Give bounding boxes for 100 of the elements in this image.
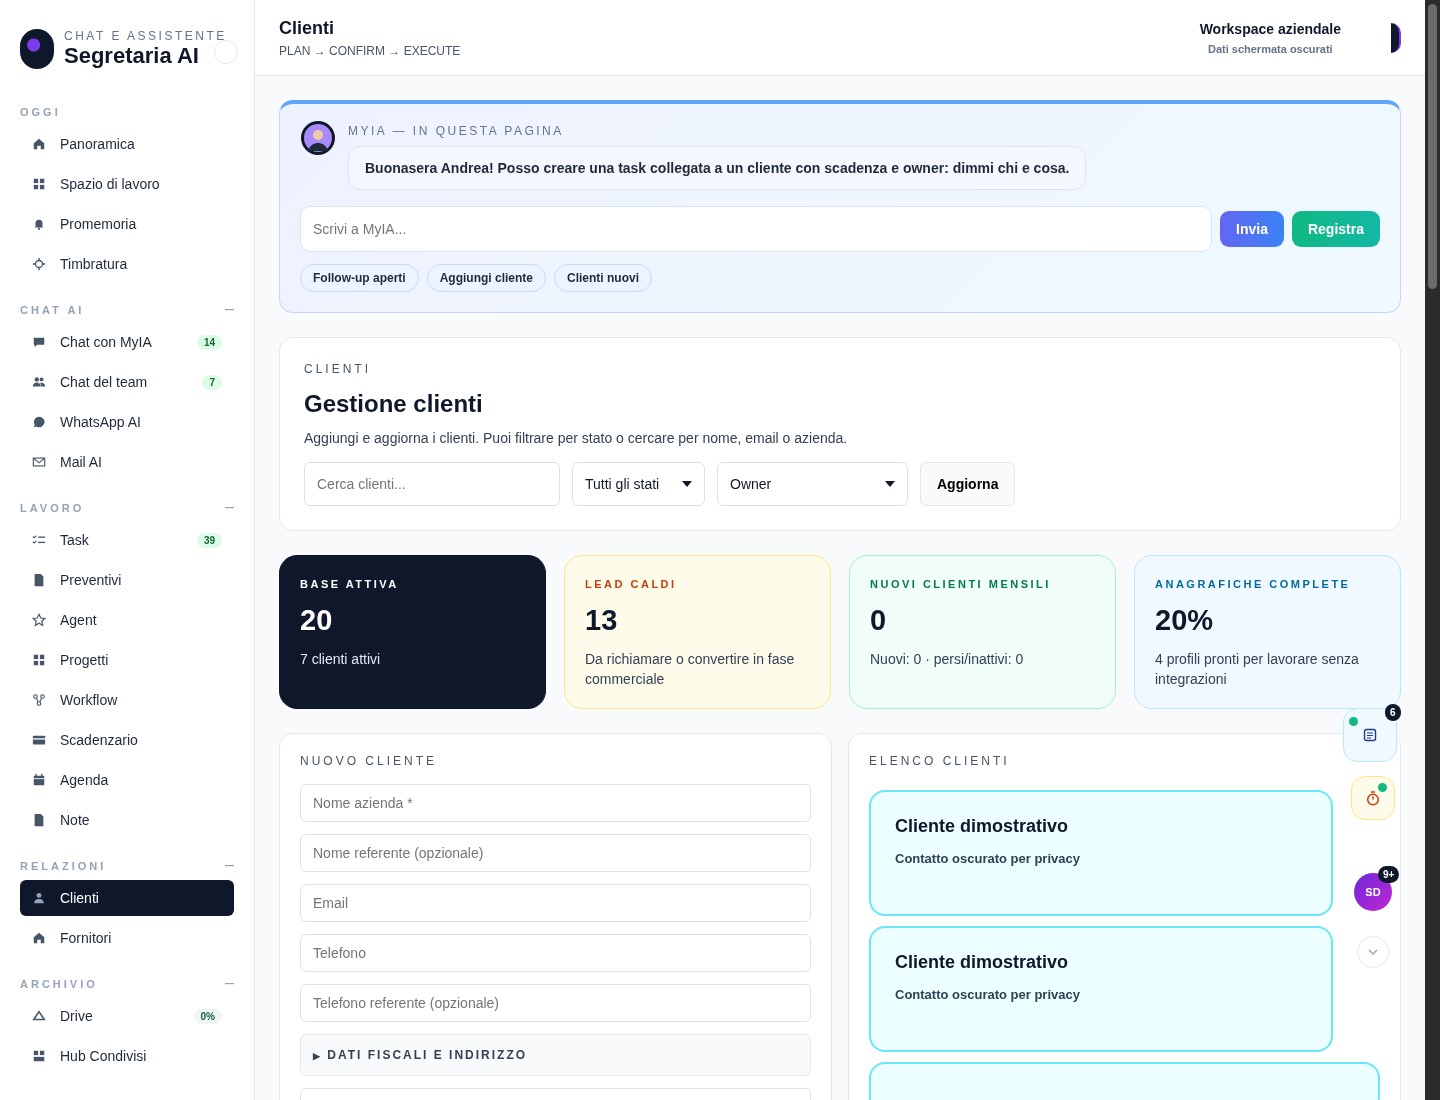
workspace-name: Workspace aziendale — [1199, 20, 1341, 37]
envelope-icon — [32, 455, 46, 469]
collapsible-section[interactable]: ▶ DATI FISCALI E INDIRIZZO — [300, 1034, 811, 1076]
chat-icon — [32, 335, 46, 349]
scrollbar-thumb[interactable] — [1428, 4, 1437, 289]
client-card[interactable] — [869, 1062, 1380, 1100]
stat-note: 7 clienti attivi — [300, 650, 382, 669]
calendar-icon — [32, 773, 46, 787]
chevron-icon — [1368, 949, 1378, 955]
sidebar-item[interactable]: WhatsApp AI — [20, 404, 234, 440]
stat-value: 0 — [870, 604, 888, 637]
sidebar-item[interactable]: Drive 0% — [20, 998, 234, 1034]
sidebar-item[interactable]: Progetti — [20, 642, 234, 678]
refresh-button[interactable]: Aggiorna — [920, 462, 1016, 506]
caret-icon — [682, 481, 692, 487]
sidebar-item[interactable]: Chat con MyIA 14 — [20, 324, 234, 360]
section-eyebrow: ELENCO CLIENTI — [869, 754, 1011, 768]
sidebar-item[interactable]: Promemoria — [20, 206, 234, 242]
client-card[interactable]: Cliente dimostrativo Contatto oscurato per privacy — [869, 790, 1333, 916]
count-badge: 39 — [196, 532, 222, 548]
people-icon — [32, 375, 46, 389]
sidebar-item[interactable]: Agenda — [20, 762, 234, 798]
assistant-label: MYIA — IN QUESTA PAGINA — [348, 124, 564, 138]
sidebar-item[interactable]: Scadenzario — [20, 722, 234, 758]
section-title: Gestione clienti — [304, 390, 484, 418]
sidebar-item[interactable]: Preventivi — [20, 562, 234, 598]
client-name: Cliente dimostrativo — [895, 952, 1070, 973]
triangle-icon — [32, 1009, 46, 1023]
send-button[interactable]: Invia — [1220, 211, 1284, 247]
sidebar-item[interactable]: Hub Condivisi — [20, 1038, 234, 1074]
stat-label: LEAD CALDI — [585, 578, 678, 590]
client-card[interactable]: Cliente dimostrativo Contatto oscurato per privacy — [869, 926, 1333, 1052]
person-icon — [32, 891, 46, 905]
brand-eyebrow: CHAT E ASSISTENTE — [64, 29, 227, 43]
input-field[interactable]: Email — [300, 884, 811, 922]
count-badge: 7 — [202, 374, 222, 390]
sidebar-item[interactable]: Agent — [20, 602, 234, 638]
sidebar-item[interactable]: Mail AI — [20, 444, 234, 480]
stat-value: 20 — [300, 604, 334, 637]
input-field[interactable]: Nome azienda * — [300, 784, 811, 822]
client-contact: Contatto oscurato per privacy — [895, 851, 1081, 866]
sidebar-item[interactable]: Note — [20, 802, 234, 838]
brand-name: Segretaria AI — [64, 43, 200, 69]
input-field[interactable]: Nome referente (opzionale) — [300, 834, 811, 872]
card-icon — [32, 733, 46, 747]
sidebar-item[interactable]: Clienti — [20, 880, 234, 916]
client-name: Cliente dimostrativo — [895, 816, 1070, 837]
sidebar-item[interactable]: Chat del team 7 — [20, 364, 234, 400]
notes-icon — [1363, 728, 1377, 742]
stat-note: Nuovi: 0 · persi/inattivi: 0 — [870, 650, 1025, 669]
stat-value: 20% — [1155, 604, 1215, 637]
status-dot — [1349, 717, 1358, 726]
sidebar-item[interactable]: Spazio di lavoro — [20, 166, 234, 202]
stat-note: 4 profili pronti per lavorare senza integrazioni — [1155, 650, 1360, 689]
sidebar-item[interactable]: Workflow — [20, 682, 234, 718]
section-eyebrow: NUOVO CLIENTE — [300, 754, 438, 768]
search-field[interactable]: Cerca clienti... — [304, 462, 560, 506]
count-badge: 0% — [193, 1008, 222, 1024]
document-icon — [32, 573, 46, 587]
input-field[interactable]: Telefono referente (opzionale) — [300, 984, 811, 1022]
client-contact: Contatto oscurato per privacy — [895, 987, 1081, 1002]
house-icon — [32, 931, 46, 945]
scrollbar[interactable] — [1425, 0, 1440, 1100]
message-input[interactable]: Scrivi a MyIA... — [300, 206, 1213, 252]
status-dropdown[interactable]: Tutti gli stati — [572, 462, 705, 506]
count-badge: 14 — [196, 334, 222, 350]
assistant-message: Buonasera Andrea! Posso creare una task collegata a un cliente con scadenza e owner: dimmi chi e cosa. — [348, 146, 1087, 190]
notes-button[interactable] — [1343, 708, 1397, 762]
sidebar-item[interactable]: Task 39 — [20, 522, 234, 558]
status-dot — [1378, 783, 1387, 792]
caret-icon — [885, 481, 895, 487]
section-title: ARCHIVIO — [20, 978, 98, 990]
sidebar-item[interactable]: Timbratura — [20, 246, 234, 282]
bell-icon — [32, 217, 46, 231]
suggestion-chip[interactable]: Aggiungi cliente — [426, 264, 546, 292]
input-field[interactable]: Telefono — [300, 934, 811, 972]
grid-icon — [32, 177, 46, 191]
workspace-note: Dati schermata oscurati — [1207, 42, 1333, 55]
sidebar-item[interactable]: Fornitori — [20, 920, 234, 956]
timer-button[interactable] — [1351, 776, 1395, 820]
section-description: Aggiungi e aggiorna i clienti. Puoi filtrare per stato o cercare per nome, email o azienda. — [304, 430, 849, 446]
stat-label: BASE ATTIVA — [300, 578, 400, 590]
avatar[interactable] — [1391, 22, 1401, 53]
suggestion-chip[interactable]: Clienti nuovi — [554, 264, 652, 292]
owner-dropdown[interactable]: Owner — [717, 462, 908, 506]
breadcrumb: PLAN → CONFIRM → EXECUTE — [279, 43, 461, 58]
house-icon — [32, 137, 46, 151]
collapse-button[interactable] — [214, 40, 238, 64]
crosshair-icon — [32, 257, 46, 271]
count-badge: 6 — [1385, 704, 1401, 721]
suggestion-chip[interactable]: Follow-up aperti — [300, 264, 419, 292]
stopwatch-icon — [1366, 790, 1380, 806]
grid-icon — [32, 653, 46, 667]
sidebar-item[interactable]: Panoramica — [20, 126, 234, 162]
section-title: CHAT AI — [20, 304, 85, 316]
page-title: Clienti — [279, 17, 335, 39]
section-eyebrow: CLIENTI — [304, 362, 372, 376]
section-title: RELAZIONI — [20, 860, 107, 872]
section-title: LAVORO — [20, 502, 85, 514]
stat-label: NUOVI CLIENTI MENSILI — [870, 578, 1052, 590]
